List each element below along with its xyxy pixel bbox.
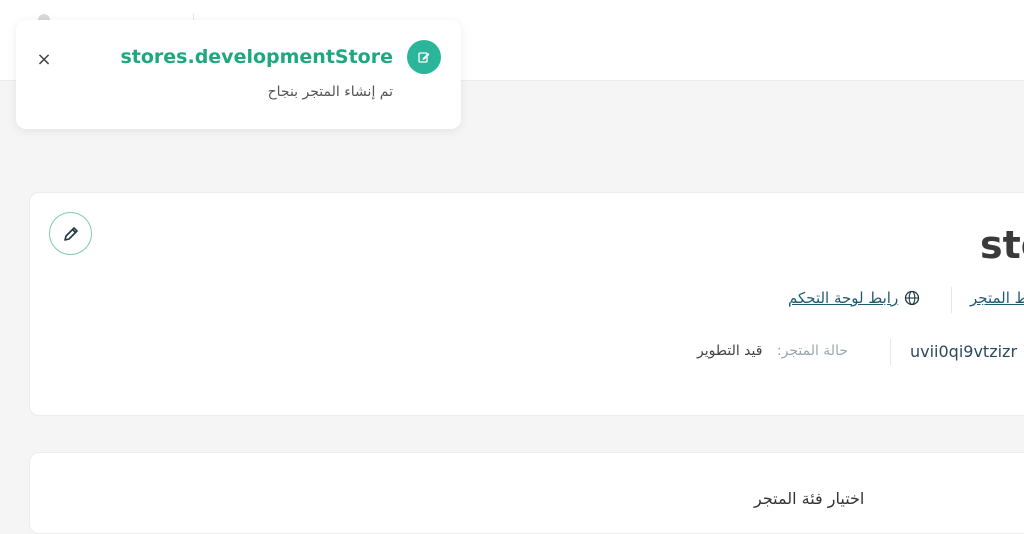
status-value: قيد التطوير bbox=[697, 343, 763, 359]
toast-message: تم إنشاء المتجر بنجاح bbox=[267, 84, 393, 100]
edit-note-icon bbox=[407, 40, 441, 74]
edit-store-button[interactable] bbox=[49, 212, 92, 255]
success-toast: × stores.developmentStore تم إنشاء المتج… bbox=[16, 20, 461, 129]
close-icon[interactable]: × bbox=[34, 50, 54, 70]
store-id: uvii0qi9vtzizr bbox=[910, 342, 1018, 361]
store-name: sto bbox=[980, 223, 1024, 267]
pencil-icon bbox=[63, 226, 78, 241]
divider bbox=[890, 339, 891, 365]
dashboard-link[interactable]: رابط لوحة التحكم bbox=[788, 289, 920, 307]
category-card: اختيار فئة المتجر bbox=[29, 452, 1024, 534]
store-status: حالة المتجر: قيد التطوير bbox=[697, 343, 848, 359]
category-title: اختيار فئة المتجر bbox=[754, 489, 865, 508]
toast-title: stores.developmentStore bbox=[120, 46, 393, 68]
divider bbox=[951, 287, 952, 313]
dashboard-link-label: رابط لوحة التحكم bbox=[788, 289, 899, 307]
status-label: حالة المتجر: bbox=[776, 343, 848, 359]
store-card: sto ط المتجر رابط لوحة التحكم uvii0qi9vt… bbox=[29, 192, 1024, 416]
globe-icon bbox=[905, 290, 920, 306]
store-link[interactable]: ط المتجر bbox=[970, 289, 1024, 307]
